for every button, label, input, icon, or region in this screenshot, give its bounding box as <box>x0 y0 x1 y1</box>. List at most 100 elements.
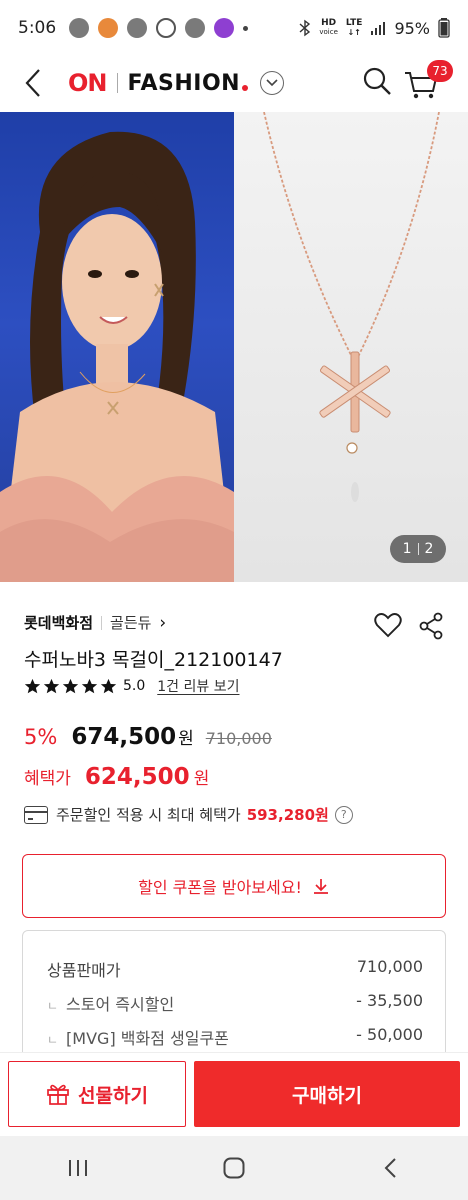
product-image <box>234 112 468 582</box>
store-name: 롯데백화점 <box>24 614 94 632</box>
logo-dot <box>242 85 249 91</box>
gift-label: 선물하기 <box>78 1084 148 1107</box>
logo-on: ON <box>68 69 107 97</box>
star-icon <box>62 678 79 693</box>
gift-icon <box>47 1084 69 1105</box>
face-notification-icon <box>156 18 177 38</box>
more-notifications-icon <box>243 25 249 31</box>
breakdown-label: [MVG] 백화점 생일쿠폰 <box>47 1025 229 1049</box>
brand-dropdown-button[interactable] <box>260 71 285 95</box>
battery-icon <box>438 18 450 38</box>
order-discount-amount: 593,280원 <box>246 806 329 824</box>
logo-separator <box>116 73 118 93</box>
wishlist-button[interactable] <box>374 612 404 642</box>
data-arrows-icon: ↓↑ <box>347 28 361 37</box>
voice-label: voice <box>319 28 338 36</box>
model-illustration <box>0 131 234 582</box>
review-link[interactable]: 1건 리뷰 보기 <box>157 676 239 696</box>
breakdown-value: - 35,500 <box>356 991 423 1010</box>
app-header: ON FASHION 73 <box>0 56 468 110</box>
bottom-action-bar: 선물하기 구매하기 <box>0 1052 468 1136</box>
hd-voice-indicator: HD voice <box>319 19 338 37</box>
coupon-label: 할인 쿠폰을 받아보세요! <box>138 878 302 897</box>
tool-notification-icon <box>127 18 148 38</box>
search-button[interactable] <box>358 62 396 100</box>
breakdown-value: 710,000 <box>356 957 423 976</box>
breakdown-label: 상품판매가 <box>47 961 121 980</box>
price-breakdown-box: 상품판매가 710,000 스토어 즉시할인 - 35,500 [MVG] 백화… <box>22 930 446 1070</box>
benefit-price-row: 혜택가 624,500 원 <box>24 764 209 790</box>
share-icon <box>419 612 443 640</box>
status-bar: 5:06 HD voice LTE ↓↑ 95% <box>0 0 468 56</box>
buy-button[interactable]: 구매하기 <box>194 1061 460 1127</box>
original-price: 710,000 <box>205 729 272 748</box>
lte-indicator: LTE ↓↑ <box>345 18 363 38</box>
recent-apps-icon <box>69 1160 87 1176</box>
necklace-illustration <box>263 112 440 502</box>
help-icon[interactable]: ? <box>334 805 353 824</box>
back-arrow-icon <box>25 69 40 97</box>
heart-icon <box>374 613 402 638</box>
product-image-gallery[interactable] <box>0 112 468 582</box>
home-icon <box>223 1157 245 1179</box>
benefit-price: 624,500 <box>84 764 190 790</box>
system-back-icon <box>384 1158 396 1178</box>
talk-notification-icon <box>69 18 90 38</box>
sale-price: 674,500 <box>71 724 177 750</box>
on-fashion-logo[interactable]: ON FASHION <box>68 69 285 97</box>
back-button[interactable] <box>10 60 56 106</box>
download-icon <box>313 879 328 894</box>
share-button[interactable] <box>418 612 448 642</box>
brand-divider <box>101 615 103 630</box>
gift-button[interactable]: 선물하기 <box>8 1061 186 1127</box>
search-icon <box>363 67 391 95</box>
cart-button[interactable]: 73 <box>404 60 453 102</box>
home-button[interactable] <box>204 1138 264 1198</box>
star-icon <box>43 678 60 693</box>
system-back-button[interactable] <box>360 1138 420 1198</box>
buy-label: 구매하기 <box>292 1084 362 1107</box>
order-discount-text: 주문할인 적용 시 최대 혜택가 <box>56 806 241 824</box>
bluetooth-icon <box>299 19 311 37</box>
star-icon <box>81 678 98 693</box>
signal-icon <box>371 22 386 35</box>
order-discount-row: 주문할인 적용 시 최대 혜택가 593,280원 ? <box>24 804 353 825</box>
gallery-page-indicator: 1 2 <box>390 535 446 563</box>
lte-label: LTE <box>345 18 363 28</box>
brand-row[interactable]: 롯데백화점 골든듀 › <box>24 612 166 633</box>
current-page: 1 <box>402 541 412 557</box>
app-notification-icon <box>98 18 119 38</box>
price-breakdown-row: 상품판매가 710,000 <box>47 957 423 981</box>
hd-label: HD <box>321 18 337 28</box>
total-pages: 2 <box>424 541 434 557</box>
star-icon <box>24 678 41 693</box>
breakdown-value: - 50,000 <box>356 1025 423 1044</box>
model-image <box>0 112 234 582</box>
person-notification-icon <box>185 18 206 38</box>
star-icon <box>100 678 117 693</box>
logo-fashion: FASHION <box>127 70 241 96</box>
benefit-label: 혜택가 <box>24 769 71 789</box>
brand-chevron-icon: › <box>159 612 167 633</box>
battery-level: 95% <box>394 18 430 38</box>
status-left: 5:06 <box>18 18 249 38</box>
breakdown-label: 스토어 즉시할인 <box>47 991 174 1015</box>
recent-apps-button[interactable] <box>48 1138 108 1198</box>
credit-card-icon <box>24 805 48 824</box>
page-divider <box>417 543 419 555</box>
price-breakdown-row: [MVG] 백화점 생일쿠폰 - 50,000 <box>47 1025 423 1049</box>
brand-name: 골든듀 <box>110 614 152 632</box>
status-time: 5:06 <box>18 18 57 38</box>
discount-rate: 5% <box>24 725 58 749</box>
price-breakdown-row: 스토어 즉시할인 - 35,500 <box>47 991 423 1015</box>
purple-app-notification-icon <box>214 18 235 38</box>
chevron-down-icon <box>266 79 278 87</box>
price-row: 5% 674,500 원 710,000 <box>24 724 272 750</box>
product-name: 수퍼노바3 목걸이_212100147 <box>24 649 283 671</box>
rating-value: 5.0 <box>123 678 146 694</box>
cart-badge: 73 <box>427 60 453 82</box>
coupon-download-button[interactable]: 할인 쿠폰을 받아보세요! <box>22 854 446 918</box>
system-navigation-bar <box>0 1136 468 1200</box>
sale-price-unit: 원 <box>178 729 194 749</box>
benefit-price-unit: 원 <box>193 769 210 789</box>
